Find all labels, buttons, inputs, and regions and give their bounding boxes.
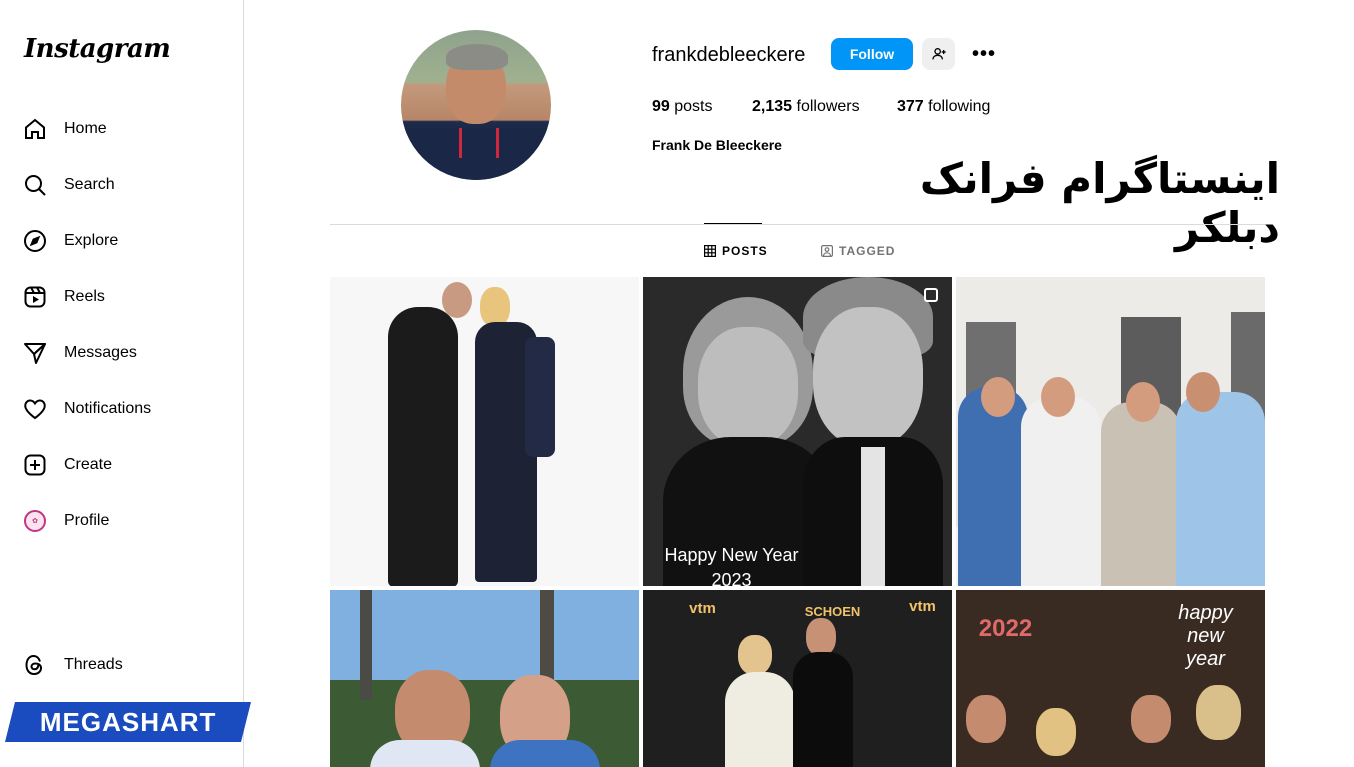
sidebar-item-label: Notifications [64,400,152,417]
post-happy-text: happy [1178,602,1233,624]
followers-stat[interactable]: 2,135 followers [752,98,860,116]
following-label: following [928,98,991,115]
sidebar-item-label: Home [64,120,107,137]
post-caption-text: Happy New Year [664,545,799,565]
suggest-user-button[interactable] [922,38,955,70]
instagram-logo[interactable]: Instagram [24,34,171,64]
sidebar-item-notifications[interactable]: Notifications [22,389,151,429]
following-stat[interactable]: 377 following [897,98,990,116]
post-tile[interactable]: Happy New Year 2023 [643,277,952,586]
sidebar: Instagram Home Search Explore Reels Mess… [0,0,244,767]
tab-posts[interactable]: POSTS [704,244,768,258]
profile-username: frankdebleeckere [652,44,806,66]
heart-icon [22,396,48,422]
post-tile[interactable] [956,277,1265,586]
watermark-logo: MEGASHART [5,702,251,742]
sidebar-item-label: Search [64,176,115,193]
threads-icon [22,652,48,678]
carousel-icon [924,288,938,302]
sidebar-item-messages[interactable]: Messages [22,333,137,373]
post-year-word-text: year [1186,648,1225,670]
sidebar-item-explore[interactable]: Explore [22,221,118,261]
watermark-text: MEGASHART [39,706,217,737]
sidebar-item-label: Create [64,456,113,473]
grid-icon [704,245,716,257]
post-tile[interactable]: 2022 happy new year [956,590,1265,767]
post-tile[interactable]: vtm vtm SCHOEN [643,590,952,767]
sidebar-item-create[interactable]: Create [22,445,112,485]
sidebar-item-label: Threads [64,656,123,673]
posts-stat: 99 posts [652,98,713,116]
sidebar-item-home[interactable]: Home [22,109,107,149]
sidebar-item-label: Profile [64,512,110,529]
post-tile[interactable] [330,277,639,586]
home-icon [22,116,48,142]
sidebar-item-label: Messages [64,344,137,361]
followers-label: followers [796,98,860,115]
tab-label: POSTS [722,244,768,258]
follow-button[interactable]: Follow [831,38,913,70]
post-new-text: new [1187,625,1224,647]
sidebar-item-search[interactable]: Search [22,165,115,205]
sidebar-item-reels[interactable]: Reels [22,277,105,317]
profile-full-name: Frank De Bleeckere [652,137,782,153]
avatar: ✿ [22,508,48,534]
compass-icon [22,228,48,254]
followers-count: 2,135 [752,98,793,115]
sidebar-item-label: Explore [64,232,119,249]
tagged-icon [821,245,833,257]
persian-overlay-title: اینستاگرام فرانک دبلکر [919,154,1280,252]
posts-count: 99 [652,98,670,115]
profile-avatar-icon: ✿ [24,510,46,532]
search-icon [22,172,48,198]
reels-icon [22,284,48,310]
tab-label: TAGGED [839,244,896,258]
sidebar-item-label: Reels [64,288,105,305]
plus-square-icon [22,452,48,478]
active-tab-indicator [704,223,762,224]
tab-tagged[interactable]: TAGGED [821,244,895,258]
post-caption-year: 2023 [711,570,752,586]
more-options-icon[interactable]: ••• [970,40,998,68]
post-banner: SCHOEN [804,604,861,619]
sidebar-item-threads[interactable]: Threads [22,645,123,685]
add-user-icon [931,48,946,60]
sidebar-item-profile[interactable]: ✿ Profile [22,501,109,541]
send-icon [22,340,48,366]
posts-label: posts [674,98,713,115]
profile-picture[interactable] [401,30,551,180]
post-tile[interactable] [330,590,639,767]
following-count: 377 [897,98,924,115]
tabs-divider [330,224,1265,225]
